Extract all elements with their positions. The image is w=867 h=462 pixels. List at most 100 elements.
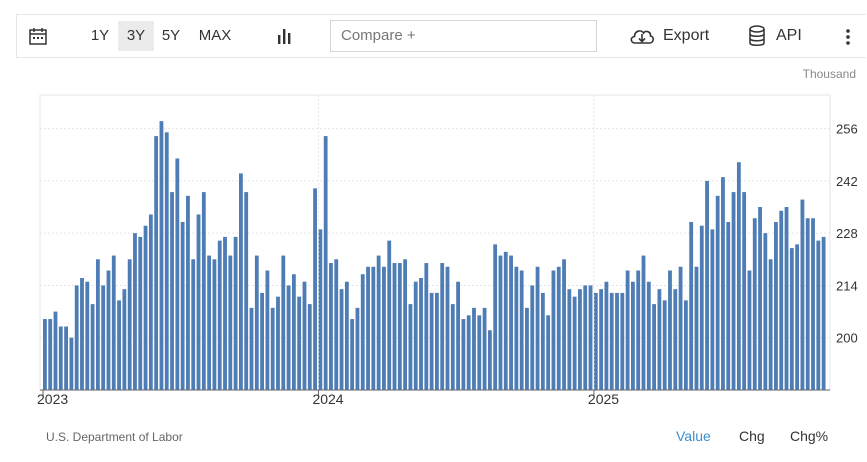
bar	[148, 214, 153, 390]
bar	[715, 195, 720, 390]
bar	[593, 292, 598, 390]
bar	[323, 136, 328, 390]
bar	[450, 304, 455, 390]
bar	[307, 304, 312, 390]
bar	[578, 289, 582, 390]
bar	[387, 240, 392, 390]
bar	[694, 266, 699, 390]
bar	[53, 311, 58, 390]
bar	[805, 218, 810, 390]
bar	[779, 210, 784, 390]
bar	[567, 289, 572, 390]
bar	[641, 255, 646, 390]
bar	[408, 304, 413, 390]
bar	[186, 195, 190, 390]
bar	[821, 236, 826, 390]
bar	[95, 259, 100, 390]
bar	[397, 263, 402, 390]
bar	[138, 236, 143, 390]
bar	[562, 259, 566, 390]
bar	[159, 121, 164, 390]
bar	[175, 158, 180, 390]
tab-chg[interactable]: Chg	[739, 428, 765, 444]
bar	[350, 319, 355, 390]
bar	[127, 259, 132, 390]
bar	[668, 270, 672, 390]
bar	[689, 221, 694, 390]
bar	[111, 255, 116, 390]
bar	[599, 289, 604, 390]
x-tick-label: 2024	[312, 391, 343, 407]
bar	[816, 240, 821, 390]
bar	[207, 255, 212, 390]
bar	[344, 281, 349, 390]
bar	[652, 304, 656, 390]
bar	[424, 263, 429, 390]
bar	[699, 225, 704, 390]
bar	[583, 285, 588, 390]
y-tick-label: 214	[836, 278, 858, 293]
bar	[556, 266, 561, 390]
bar	[678, 266, 683, 390]
bar	[302, 281, 307, 390]
bar	[636, 270, 641, 390]
bar	[525, 307, 529, 390]
bar	[117, 300, 121, 390]
bar	[244, 192, 249, 390]
bar	[69, 337, 74, 390]
bar	[355, 307, 360, 390]
source-label: U.S. Department of Labor	[46, 430, 183, 444]
bar	[429, 292, 434, 390]
y-tick-label: 228	[836, 226, 858, 241]
bar	[482, 307, 487, 390]
bar	[440, 263, 445, 390]
bar	[376, 255, 381, 390]
bar	[74, 285, 79, 390]
bar	[419, 277, 423, 390]
bar	[196, 214, 201, 390]
bar	[291, 274, 296, 390]
bar	[498, 255, 503, 390]
bar	[260, 292, 264, 390]
bar	[657, 289, 662, 390]
x-tick-label: 2023	[37, 391, 68, 407]
bar	[710, 229, 715, 390]
bar	[154, 136, 159, 390]
bar	[191, 259, 196, 390]
bar	[487, 330, 492, 390]
bar	[747, 270, 752, 390]
bar	[313, 188, 317, 390]
bar	[540, 292, 545, 390]
bar	[297, 296, 302, 390]
bar	[249, 307, 254, 390]
bar	[456, 281, 460, 390]
bar	[281, 255, 286, 390]
bar	[493, 244, 498, 390]
bar	[736, 162, 741, 390]
bar	[551, 270, 556, 390]
bar	[270, 307, 275, 390]
bar	[811, 218, 815, 390]
bar	[752, 218, 757, 390]
bar	[472, 307, 476, 390]
bar	[768, 259, 773, 390]
bar	[228, 255, 233, 390]
bar	[339, 289, 344, 390]
bar	[789, 248, 794, 390]
bar	[535, 266, 540, 390]
bar	[530, 285, 535, 390]
bar	[572, 296, 577, 390]
tab-chg-pct[interactable]: Chg%	[790, 428, 828, 444]
bar	[286, 285, 291, 390]
bar	[43, 319, 47, 390]
bar	[85, 281, 90, 390]
bar	[217, 240, 222, 390]
bar	[360, 274, 365, 390]
bar	[413, 281, 418, 390]
bar	[329, 263, 333, 390]
bar	[588, 285, 593, 390]
tab-value[interactable]: Value	[676, 428, 711, 444]
bar	[201, 192, 206, 390]
bar	[726, 221, 731, 390]
bar	[646, 281, 651, 390]
